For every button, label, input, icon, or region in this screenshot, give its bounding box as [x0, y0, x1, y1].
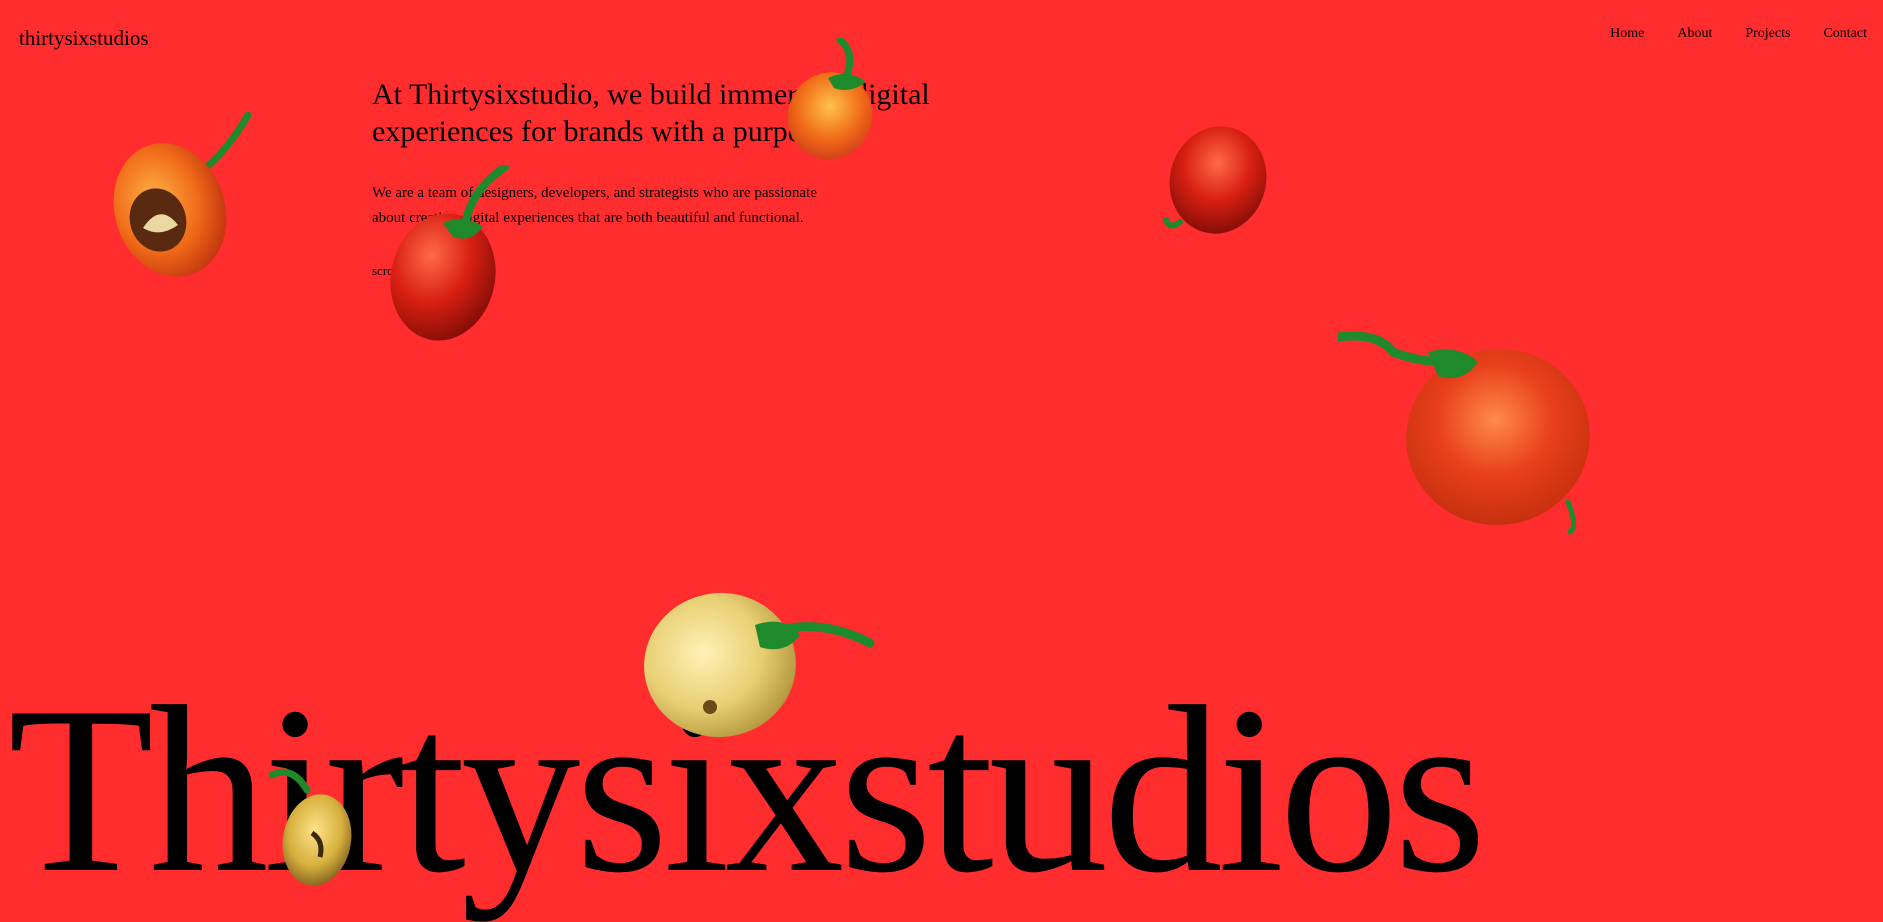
main-nav: Home About Projects Contact [1577, 25, 1867, 43]
small-red-pepper-icon [1158, 122, 1270, 240]
nav-contact-link[interactable]: Contact [1823, 25, 1867, 43]
red-pepper-icon [383, 165, 513, 345]
nav-projects-link[interactable]: Projects [1745, 25, 1790, 43]
hero-headline: At Thirtysixstudio, we build immersive d… [372, 78, 930, 148]
small-yellow-pepper-icon [262, 765, 362, 895]
nav-about-link[interactable]: About [1677, 25, 1712, 43]
habanero-cut-icon [108, 110, 253, 285]
logo-link[interactable]: thirtysixstudios [19, 24, 149, 52]
yellow-habanero-icon [640, 585, 875, 740]
orange-pepper-icon [778, 38, 893, 163]
large-habanero-icon [1338, 332, 1598, 537]
nav-home-link[interactable]: Home [1610, 25, 1644, 43]
